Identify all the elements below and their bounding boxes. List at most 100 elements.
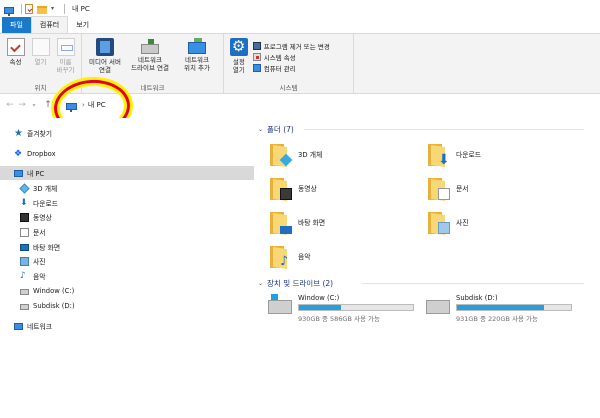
divider <box>362 283 584 284</box>
nav-item-videos[interactable]: 동영상 <box>0 210 254 224</box>
folder-videos[interactable]: 동영상 <box>270 176 317 201</box>
media-server-icon <box>96 38 114 56</box>
up-arrow-icon[interactable]: ↑ <box>42 99 54 111</box>
folder-3d-objects[interactable]: 3D 개체 <box>270 142 322 167</box>
tab-view[interactable]: 보기 <box>68 17 97 33</box>
picture-icon <box>20 256 29 266</box>
nav-item-downloads[interactable]: ⬇ 다운로드 <box>0 196 254 210</box>
folder-icon: ♪ <box>270 244 292 269</box>
folder-music[interactable]: ♪ 음악 <box>270 244 311 269</box>
star-icon: ★ <box>14 127 23 139</box>
uninstall-icon <box>252 41 261 50</box>
folder-icon <box>270 142 293 167</box>
ribbon-tabs: 파일 컴퓨터 보기 <box>0 16 600 34</box>
drive-free-space: 931GB 중 220GB 사용 가능 <box>456 315 538 323</box>
network-location-icon <box>188 38 206 54</box>
cube-icon <box>19 182 30 194</box>
folder-icon <box>270 176 292 201</box>
nav-item-network[interactable]: 네트워크 <box>0 319 254 333</box>
folder-icon <box>428 210 450 235</box>
dropbox-icon: ❖ <box>14 148 23 159</box>
folder-documents[interactable]: 문서 <box>428 176 469 201</box>
chevron-down-icon: ⌄ <box>258 280 264 287</box>
nav-item-windows-drive[interactable]: Window (C:) <box>0 284 254 298</box>
drive-icon <box>20 289 29 295</box>
download-arrow-icon: ⬇ <box>438 152 450 168</box>
content-pane: ⌄ 폴더 (7) 3D 개체 ⬇ 다운로드 동영상 문서 바탕 화면 사진 ♪ … <box>254 118 600 418</box>
nav-item-subdisk-drive[interactable]: Subdisk (D:) <box>0 299 254 313</box>
drive-usage-bar <box>298 304 414 311</box>
nav-item-this-pc[interactable]: 내 PC <box>0 166 254 180</box>
address-row: ← → ▾ ↑ › 내 PC <box>0 94 600 116</box>
nav-item-quick-access[interactable]: ★ 즐겨찾기 <box>0 126 254 140</box>
nav-item-documents[interactable]: 문서 <box>0 225 254 239</box>
desktop-icon <box>280 226 292 234</box>
ribbon-group-network: 미디어 서버 연결 네트워크 드라이브 연결 네트워크 위치 추가 네트워크 <box>82 34 224 94</box>
drive-free-space: 930GB 중 586GB 사용 가능 <box>298 315 380 323</box>
tab-file[interactable]: 파일 <box>2 17 31 33</box>
recent-chevron-icon[interactable]: ▾ <box>28 99 40 111</box>
rename-icon <box>56 38 75 56</box>
nav-item-3d-objects[interactable]: 3D 개체 <box>0 181 254 195</box>
chevron-down-icon[interactable]: ▾ <box>51 4 57 14</box>
divider <box>304 129 584 130</box>
video-icon <box>20 212 29 222</box>
drive-usage-fill <box>299 305 342 310</box>
group-label: 시스템 <box>279 84 298 92</box>
settings-gear-icon <box>229 37 248 56</box>
forward-arrow-icon[interactable]: → <box>16 99 28 111</box>
chevron-right-icon[interactable]: › <box>82 101 85 109</box>
new-folder-icon[interactable] <box>37 6 47 14</box>
drive-icon <box>426 300 450 314</box>
drive-name: Subdisk (D:) <box>456 294 498 302</box>
nav-item-music[interactable]: ♪ 음악 <box>0 269 254 283</box>
separator <box>21 4 22 14</box>
video-icon <box>280 188 292 200</box>
folder-desktop[interactable]: 바탕 화면 <box>270 210 325 235</box>
navigation-pane: ★ 즐겨찾기 ❖ Dropbox 내 PC 3D 개체 ⬇ 다운로드 동영상 문… <box>0 118 254 418</box>
back-arrow-icon[interactable]: ← <box>4 99 16 111</box>
address-bar[interactable]: › 내 PC <box>62 97 582 113</box>
uninstall-program-button[interactable]: 프로그램 제거 또는 변경 <box>252 40 350 51</box>
drive-icon <box>20 304 29 310</box>
breadcrumb-this-pc[interactable]: 내 PC <box>88 100 106 110</box>
folder-pictures[interactable]: 사진 <box>428 210 469 235</box>
drive-windows-c[interactable]: Window (C:) 930GB 중 586GB 사용 가능 <box>268 294 414 323</box>
open-icon <box>31 38 50 56</box>
group-label: 위치 <box>34 84 47 92</box>
properties-icon[interactable] <box>25 4 33 14</box>
system-properties-button[interactable]: 시스템 속성 <box>252 51 350 62</box>
ribbon-group-system: 설정 열기 프로그램 제거 또는 변경 시스템 속성 컴퓨터 관리 시스템 <box>224 34 354 94</box>
windows-drive-icon <box>268 294 292 314</box>
tab-computer[interactable]: 컴퓨터 <box>30 16 69 33</box>
group-label: 네트워크 <box>140 84 165 92</box>
music-note-icon: ♪ <box>280 254 289 269</box>
nav-item-desktop[interactable]: 바탕 화면 <box>0 240 254 254</box>
window-title: 내 PC <box>72 5 90 13</box>
nav-item-dropbox[interactable]: ❖ Dropbox <box>0 147 254 161</box>
ribbon: 속성 열기 이름 바꾸기 위치 미디어 서버 연결 네트워크 드라이브 연결 네… <box>0 34 600 94</box>
computer-management-button[interactable]: 컴퓨터 관리 <box>252 62 350 73</box>
title-bar: ▾ 내 PC <box>0 0 600 18</box>
drive-subdisk-d[interactable]: Subdisk (D:) 931GB 중 220GB 사용 가능 <box>426 294 572 323</box>
network-drive-icon <box>141 39 159 54</box>
separator <box>64 4 65 14</box>
folder-icon <box>428 176 450 201</box>
nav-item-pictures[interactable]: 사진 <box>0 254 254 268</box>
this-pc-icon[interactable] <box>4 6 14 16</box>
folders-section-header[interactable]: ⌄ 폴더 (7) <box>258 124 584 135</box>
ribbon-group-location: 속성 열기 이름 바꾸기 위치 <box>0 34 82 94</box>
download-arrow-icon: ⬇ <box>20 197 28 208</box>
this-pc-icon <box>14 170 23 177</box>
music-note-icon: ♪ <box>20 270 26 281</box>
drives-section-header[interactable]: ⌄ 장치 및 드라이브 (2) <box>258 278 584 289</box>
properties-icon <box>6 38 25 56</box>
drive-name: Window (C:) <box>298 294 340 302</box>
breadcrumb: › 내 PC <box>66 100 106 112</box>
picture-icon <box>438 222 450 234</box>
desktop-icon <box>20 244 29 251</box>
network-icon <box>14 323 23 330</box>
folder-downloads[interactable]: ⬇ 다운로드 <box>428 142 481 168</box>
system-properties-icon <box>252 52 261 61</box>
document-icon <box>438 188 450 200</box>
